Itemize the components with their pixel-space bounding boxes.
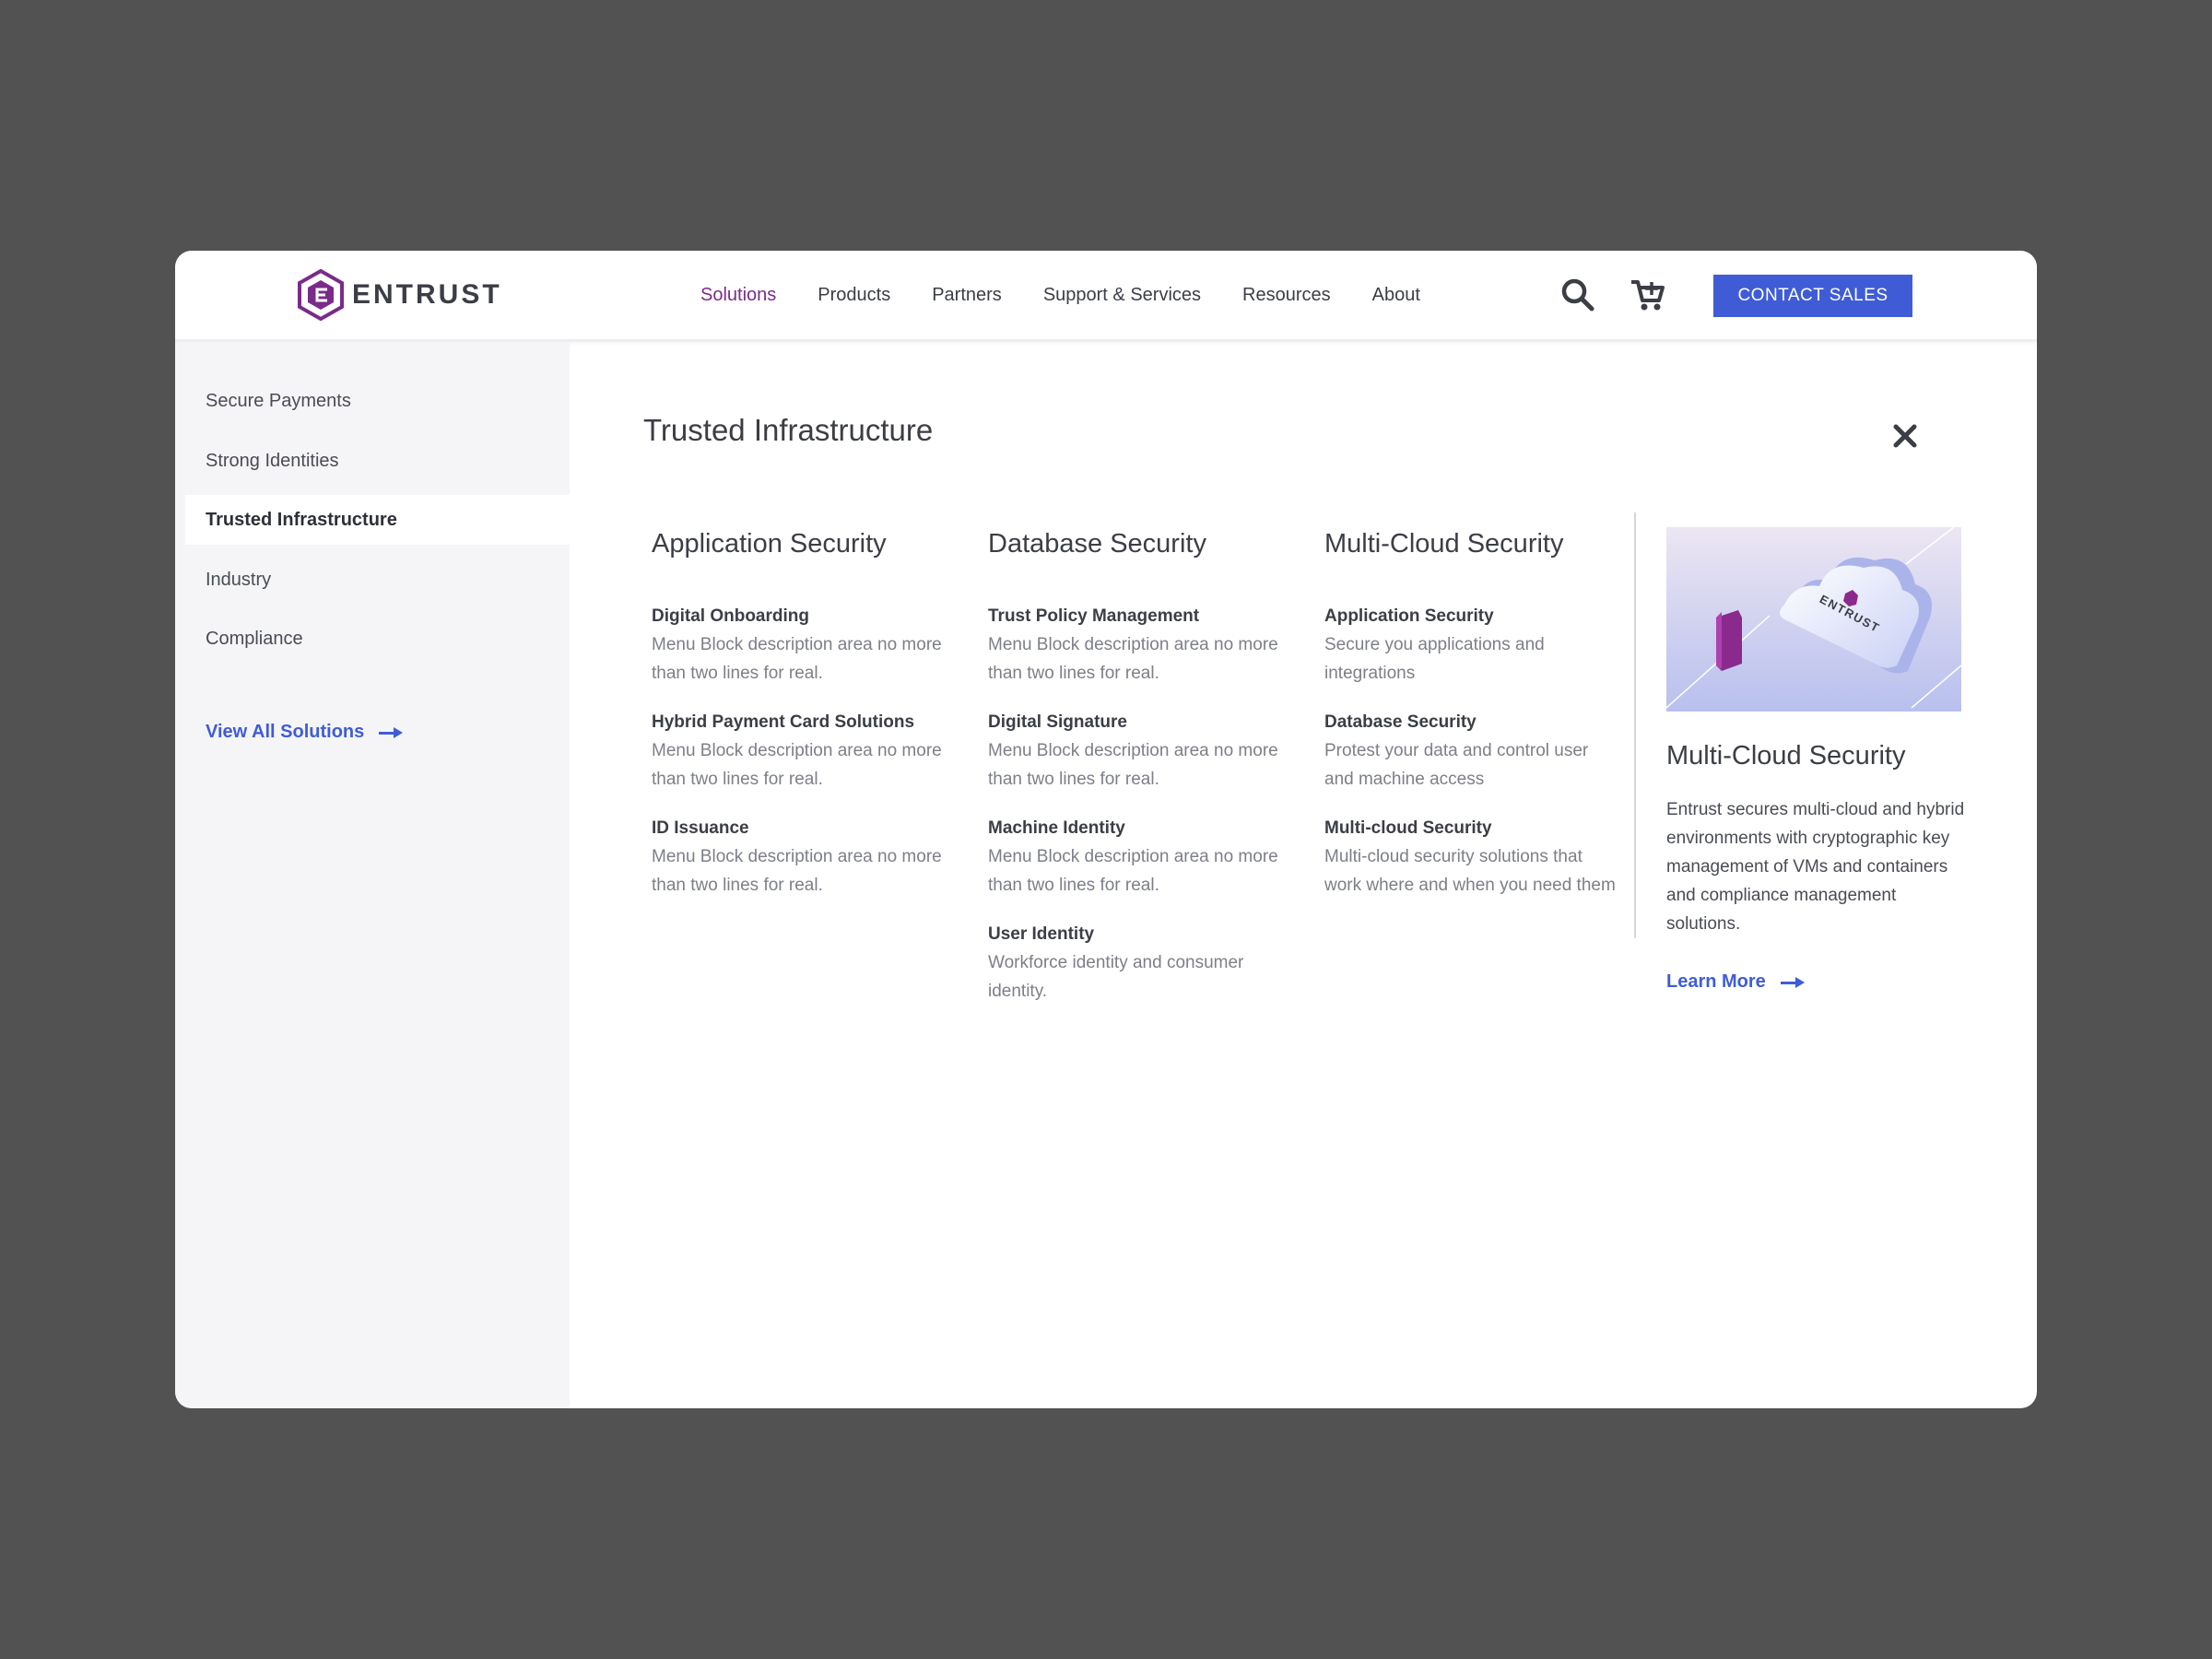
menu-item-title: Digital Onboarding <box>652 606 809 626</box>
learn-more-label: Learn More <box>1666 971 1766 992</box>
column-heading: Database Security <box>988 529 1206 559</box>
main-nav: Solutions Products Partners Support & Se… <box>700 251 1462 339</box>
menu-item-title: Digital Signature <box>988 712 1127 732</box>
menu-item-title: Multi-cloud Security <box>1324 818 1492 838</box>
solutions-sidebar: Secure Payments Strong Identities Truste… <box>175 342 570 1408</box>
arrow-right-icon <box>379 726 405 739</box>
menu-item-description: Workforce identity and consumer identity… <box>988 953 1244 1001</box>
contact-sales-button[interactable]: CONTACT SALES <box>1713 275 1912 317</box>
menu-item-description: Menu Block description area no more than… <box>652 741 942 789</box>
column-divider <box>1634 512 1636 938</box>
menu-item-description: Menu Block description area no more than… <box>652 635 942 683</box>
app-window: ENTRUST Solutions Products Partners Supp… <box>175 251 2037 1408</box>
multi-cloud-illustration[interactable]: ENTRUST <box>1666 527 1961 712</box>
menu-item-trust-policy-management[interactable]: Trust Policy Management Menu Block descr… <box>988 602 1283 688</box>
arrow-right-icon <box>1780 976 1806 989</box>
column-multi-cloud-security: Multi-Cloud Security Application Securit… <box>1324 529 1619 920</box>
menu-item-database-security[interactable]: Database Security Protest your data and … <box>1324 708 1619 794</box>
menu-item-title: Trust Policy Management <box>988 606 1200 626</box>
sidebar-item-strong-identities[interactable]: Strong Identities <box>185 436 570 486</box>
menu-item-id-issuance[interactable]: ID Issuance Menu Block description area … <box>652 814 947 900</box>
menu-item-hybrid-payment-card-solutions[interactable]: Hybrid Payment Card Solutions Menu Block… <box>652 708 947 794</box>
menu-item-title: Application Security <box>1324 606 1494 626</box>
cart-icon[interactable] <box>1630 276 1666 313</box>
menu-item-application-security[interactable]: Application Security Secure you applicat… <box>1324 602 1619 688</box>
feature-description: Entrust secures multi-cloud and hybrid e… <box>1666 800 1965 934</box>
nav-products[interactable]: Products <box>818 285 890 306</box>
view-all-solutions-link[interactable]: View All Solutions <box>206 722 405 743</box>
menu-item-description: Menu Block description area no more than… <box>988 741 1278 789</box>
feature-card: ENTRUST Multi-Cloud Security Entrust sec… <box>1666 527 1965 993</box>
nav-about[interactable]: About <box>1372 285 1420 306</box>
panel-title: Trusted Infrastructure <box>643 413 934 447</box>
logo-text: ENTRUST <box>352 279 502 310</box>
entrust-logo[interactable]: ENTRUST <box>297 269 502 321</box>
column-heading: Multi-Cloud Security <box>1324 529 1564 559</box>
menu-item-title: User Identity <box>988 924 1095 944</box>
view-all-label: View All Solutions <box>206 722 365 742</box>
nav-solutions[interactable]: Solutions <box>700 285 776 306</box>
nav-support-services[interactable]: Support & Services <box>1043 285 1201 306</box>
feature-title: Multi-Cloud Security <box>1666 741 1906 771</box>
menu-item-title: ID Issuance <box>652 818 749 838</box>
nav-resources[interactable]: Resources <box>1242 285 1331 306</box>
menu-item-digital-onboarding[interactable]: Digital Onboarding Menu Block descriptio… <box>652 602 947 688</box>
menu-item-machine-identity[interactable]: Machine Identity Menu Block description … <box>988 814 1283 900</box>
close-icon[interactable] <box>1891 422 1919 450</box>
menu-item-description: Protest your data and control user and m… <box>1324 741 1589 789</box>
menu-item-title: Database Security <box>1324 712 1477 732</box>
sidebar-item-secure-payments[interactable]: Secure Payments <box>185 376 570 426</box>
menu-item-digital-signature[interactable]: Digital Signature Menu Block description… <box>988 708 1283 794</box>
menu-item-description: Secure you applications and integrations <box>1324 635 1545 683</box>
menu-item-description: Menu Block description area no more than… <box>988 847 1278 895</box>
column-heading: Application Security <box>652 529 887 559</box>
column-database-security: Database Security Trust Policy Managemen… <box>988 529 1283 1026</box>
menu-item-description: Menu Block description area no more than… <box>988 635 1278 683</box>
learn-more-link[interactable]: Learn More <box>1666 971 1965 993</box>
menu-item-multi-cloud-security[interactable]: Multi-cloud Security Multi-cloud securit… <box>1324 814 1619 900</box>
nav-partners[interactable]: Partners <box>932 285 1002 306</box>
sidebar-item-compliance[interactable]: Compliance <box>185 614 570 664</box>
sidebar-item-trusted-infrastructure[interactable]: Trusted Infrastructure <box>185 495 570 545</box>
sidebar-item-industry[interactable]: Industry <box>185 555 570 605</box>
menu-item-description: Multi-cloud security solutions that work… <box>1324 847 1616 895</box>
menu-item-description: Menu Block description area no more than… <box>652 847 942 895</box>
entrust-hexagon-icon <box>298 269 344 321</box>
column-application-security: Application Security Digital Onboarding … <box>652 529 947 920</box>
menu-item-user-identity[interactable]: User Identity Workforce identity and con… <box>988 920 1283 1006</box>
menu-item-title: Machine Identity <box>988 818 1125 838</box>
shield-icon <box>1716 610 1742 671</box>
menu-item-title: Hybrid Payment Card Solutions <box>652 712 915 732</box>
search-icon[interactable] <box>1559 276 1596 313</box>
top-navigation-bar: ENTRUST Solutions Products Partners Supp… <box>175 251 2037 342</box>
